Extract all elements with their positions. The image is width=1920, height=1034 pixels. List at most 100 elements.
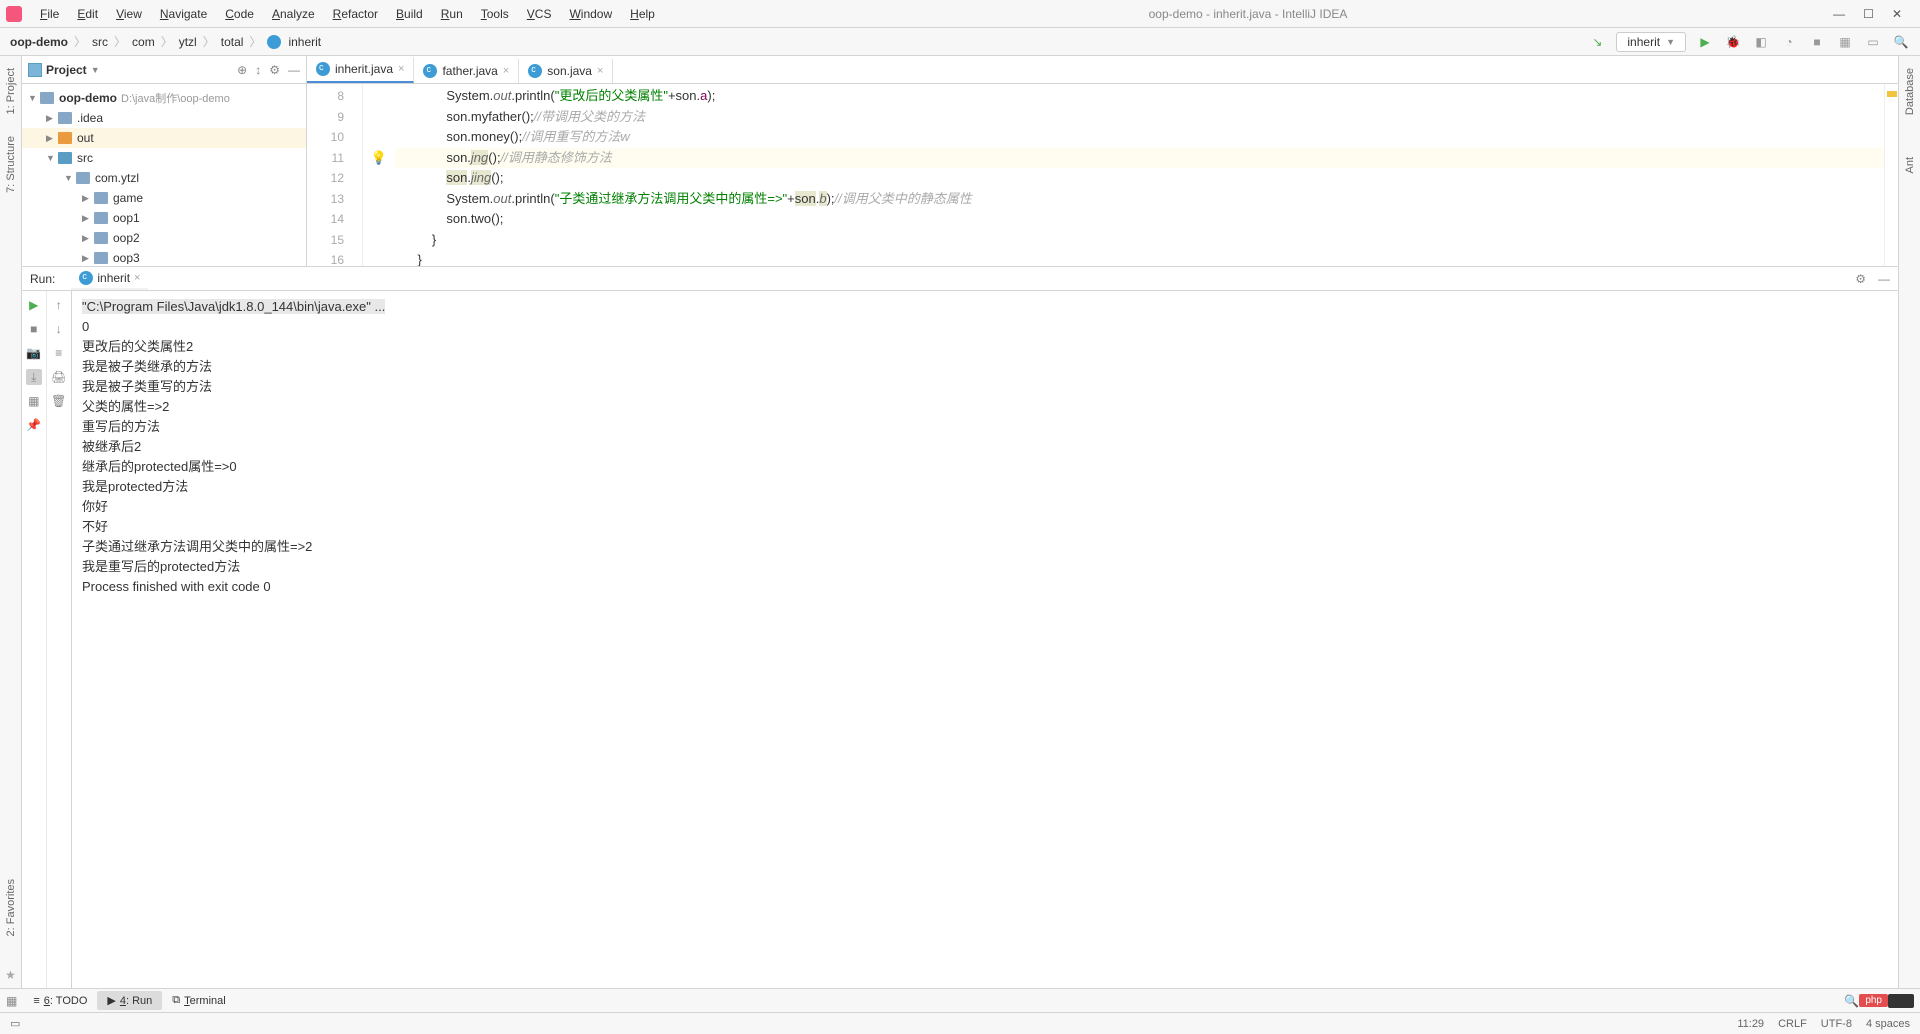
class-icon [423,64,437,78]
collapse-icon[interactable]: ↕ [255,63,261,77]
event-log-icon[interactable]: 🔍 [1844,994,1859,1008]
tree-item-.idea[interactable]: ▶.idea [22,108,306,128]
tab-label: son.java [547,64,592,78]
debug-button[interactable]: 🐞 [1724,33,1742,51]
hide-icon[interactable]: — [288,63,300,77]
code-line[interactable]: System.out.println("子类通过继承方法调用父类中的属性=>"+… [395,189,1884,210]
editor-tab-father-java[interactable]: father.java× [414,59,519,83]
profile-button[interactable]: ◔ [1780,33,1798,51]
layout-button[interactable]: ▦ [1836,33,1854,51]
rail-favorites[interactable]: 2: Favorites [5,873,17,942]
menu-tools[interactable]: Tools [473,4,517,24]
breadcrumb-item[interactable]: src [92,35,108,49]
menu-help[interactable]: Help [622,4,663,24]
warning-marker[interactable] [1887,91,1897,97]
chevron-down-icon[interactable]: ▼ [91,65,100,75]
tree-item-oop3[interactable]: ▶oop3 [22,248,306,264]
editor-tab-inherit-java[interactable]: inherit.java× [307,57,414,83]
status-icon[interactable]: ▭ [10,1017,20,1030]
breadcrumb-item[interactable]: inherit [288,35,321,49]
rail-structure[interactable]: 7: Structure [5,130,17,199]
close-icon[interactable]: × [503,65,509,77]
dump-button[interactable]: 📷 [26,345,42,361]
coverage-button[interactable]: ◧ [1752,33,1770,51]
minimize-button[interactable]: — [1833,7,1845,21]
rail-project[interactable]: 1: Project [5,62,17,120]
gear-icon[interactable]: ⚙ [1855,272,1866,286]
tree-item-game[interactable]: ▶game [22,188,306,208]
grid-icon[interactable]: ▦ [6,994,17,1008]
code-line[interactable]: } [395,230,1884,251]
code-line[interactable]: son.jng();//调用静态修饰方法 [395,148,1884,169]
error-stripe[interactable] [1884,84,1898,266]
code-line[interactable]: System.out.println("更改后的父类属性"+son.a); [395,86,1884,107]
code-line[interactable]: } [395,250,1884,266]
line-separator[interactable]: CRLF [1778,1018,1807,1030]
gear-icon[interactable]: ⚙ [269,63,280,77]
stop-button[interactable]: ■ [1808,33,1826,51]
pin-icon[interactable]: 📌 [26,417,42,433]
close-icon[interactable]: × [134,272,140,284]
rail-ant[interactable]: Ant [1904,151,1916,180]
run-tab[interactable]: inherit × [71,268,148,290]
rerun-button[interactable]: ▶ [26,297,42,313]
stop-run-button[interactable]: ■ [26,321,42,337]
console-output[interactable]: "C:\Program Files\Java\jdk1.8.0_144\bin\… [72,291,1898,988]
editor-body[interactable]: 891011121314151617 💡 System.out.println(… [307,84,1898,266]
close-icon[interactable]: × [398,63,404,75]
tree-item-com.ytzl[interactable]: ▼com.ytzl [22,168,306,188]
folder-toolbar-icon[interactable]: ▭ [1864,33,1882,51]
scroll-to-end-button[interactable]: ⤓ [26,369,42,385]
search-everywhere-button[interactable]: 🔍 [1892,33,1910,51]
menu-vcs[interactable]: VCS [519,4,560,24]
titlebar: FileEditViewNavigateCodeAnalyzeRefactorB… [0,0,1920,28]
maximize-button[interactable]: ☐ [1863,7,1874,21]
rail-database[interactable]: Database [1904,62,1916,121]
menu-file[interactable]: File [32,4,67,24]
editor-tab-son-java[interactable]: son.java × [519,59,613,83]
run-config-select[interactable]: inherit ▼ [1616,32,1686,52]
wrap-button[interactable]: ≡ [51,345,67,361]
code-area[interactable]: System.out.println("更改后的父类属性"+son.a); so… [395,84,1884,266]
bottom-tab-terminal[interactable]: ⧉Terminal [162,991,235,1010]
code-line[interactable]: son.two(); [395,209,1884,230]
down-button[interactable]: ↓ [51,321,67,337]
tree-item-out[interactable]: ▶out [22,128,306,148]
menu-analyze[interactable]: Analyze [264,4,323,24]
clear-button[interactable]: 🗑 [51,393,67,409]
menu-code[interactable]: Code [217,4,262,24]
build-icon[interactable]: ↘ [1588,33,1606,51]
tree-item-src[interactable]: ▼src [22,148,306,168]
code-line[interactable]: son.money();//调用重写的方法w [395,127,1884,148]
up-button[interactable]: ↑ [51,297,67,313]
menu-build[interactable]: Build [388,4,431,24]
breadcrumb-item[interactable]: total [221,35,244,49]
indent-info[interactable]: 4 spaces [1866,1018,1910,1030]
close-icon[interactable]: × [597,65,603,77]
cursor-position[interactable]: 11:29 [1737,1018,1764,1030]
menu-edit[interactable]: Edit [69,4,106,24]
lightbulb-icon[interactable]: 💡 [371,150,387,166]
menu-refactor[interactable]: Refactor [325,4,386,24]
print-button[interactable]: 🖨 [51,369,67,385]
code-line[interactable]: son.myfather();//带调用父类的方法 [395,107,1884,128]
file-encoding[interactable]: UTF-8 [1821,1018,1852,1030]
run-button[interactable]: ▶ [1696,33,1714,51]
hide-icon[interactable]: — [1878,272,1890,286]
bottom-tab-todo[interactable]: ≡6: TODO [23,991,97,1010]
menu-window[interactable]: Window [561,4,620,24]
layout-icon[interactable]: ▦ [26,393,42,409]
tree-item-oop2[interactable]: ▶oop2 [22,228,306,248]
tree-root[interactable]: ▼oop-demoD:\java制作\oop-demo [22,88,306,108]
menu-navigate[interactable]: Navigate [152,4,215,24]
menu-run[interactable]: Run [433,4,471,24]
breadcrumb-item[interactable]: oop-demo [10,35,68,49]
breadcrumb-item[interactable]: com [132,35,155,49]
bottom-tab-run[interactable]: ▶4: Run [97,991,162,1010]
code-line[interactable]: son.jing(); [395,168,1884,189]
target-icon[interactable]: ⊕ [237,63,247,77]
menu-view[interactable]: View [108,4,150,24]
breadcrumb-item[interactable]: ytzl [179,35,197,49]
tree-item-oop1[interactable]: ▶oop1 [22,208,306,228]
close-button[interactable]: ✕ [1892,7,1902,21]
